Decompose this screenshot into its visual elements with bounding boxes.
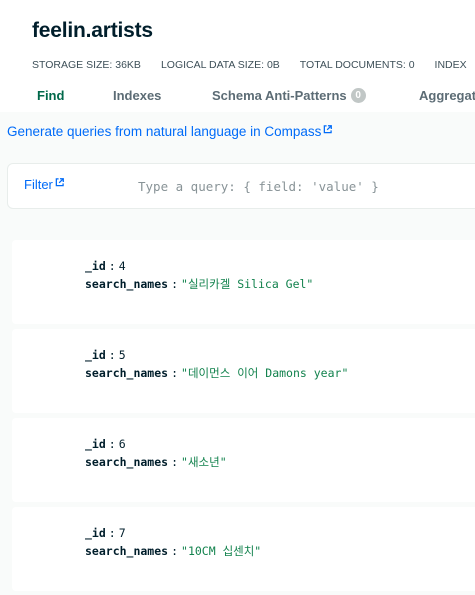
collection-stats: STORAGE SIZE: 36KB LOGICAL DATA SIZE: 0B… — [32, 59, 475, 71]
document-field: _id:5 — [85, 348, 126, 362]
document-card[interactable]: _id:6 search_names: "새소년" — [12, 418, 475, 502]
external-link-icon — [324, 125, 333, 134]
collection-title: feelin.artists — [32, 19, 153, 42]
document-field: _id:7 — [85, 526, 126, 540]
document-field: search_names: "데이먼스 이어 Damons year" — [85, 366, 349, 380]
document-field: _id:4 — [85, 259, 126, 273]
document-card[interactable]: _id:4 search_names: "실리카겔 Silica Gel" — [12, 240, 475, 324]
nl-query-link[interactable]: Generate queries from natural language i… — [7, 124, 333, 139]
document-card[interactable]: _id:7 search_names: "10CM 십센치" — [12, 507, 475, 591]
filter-query-input[interactable] — [138, 176, 468, 196]
tab-find[interactable]: Find — [37, 88, 64, 103]
filter-help-link[interactable]: Filter — [24, 177, 64, 192]
total-documents-stat: TOTAL DOCUMENTS: 0 — [299, 59, 415, 71]
tab-aggregations[interactable]: Aggregat — [419, 88, 475, 103]
filter-bar: Filter — [7, 163, 475, 209]
document-field: search_names: "실리카겔 Silica Gel" — [85, 277, 314, 291]
collection-tabs: Find Indexes Schema Anti-Patterns 0 Aggr… — [0, 88, 475, 110]
document-field: _id:6 — [85, 437, 126, 451]
collection-header: feelin.artists STORAGE SIZE: 36KB LOGICA… — [0, 0, 475, 112]
index-stat: INDEX — [434, 59, 467, 71]
find-panel: Generate queries from natural language i… — [0, 112, 475, 595]
logical-data-size-stat: LOGICAL DATA SIZE: 0B — [160, 59, 280, 71]
document-field: search_names: "새소년" — [85, 455, 227, 469]
tab-indexes[interactable]: Indexes — [113, 88, 161, 103]
external-link-icon — [55, 178, 64, 187]
schema-count-badge: 0 — [350, 88, 366, 103]
storage-size-stat: STORAGE SIZE: 36KB — [32, 59, 141, 71]
document-field: search_names: "10CM 십센치" — [85, 544, 262, 558]
tab-schema-anti-patterns[interactable]: Schema Anti-Patterns 0 — [212, 88, 366, 103]
document-card[interactable]: _id:5 search_names: "데이먼스 이어 Damons year" — [12, 329, 475, 413]
